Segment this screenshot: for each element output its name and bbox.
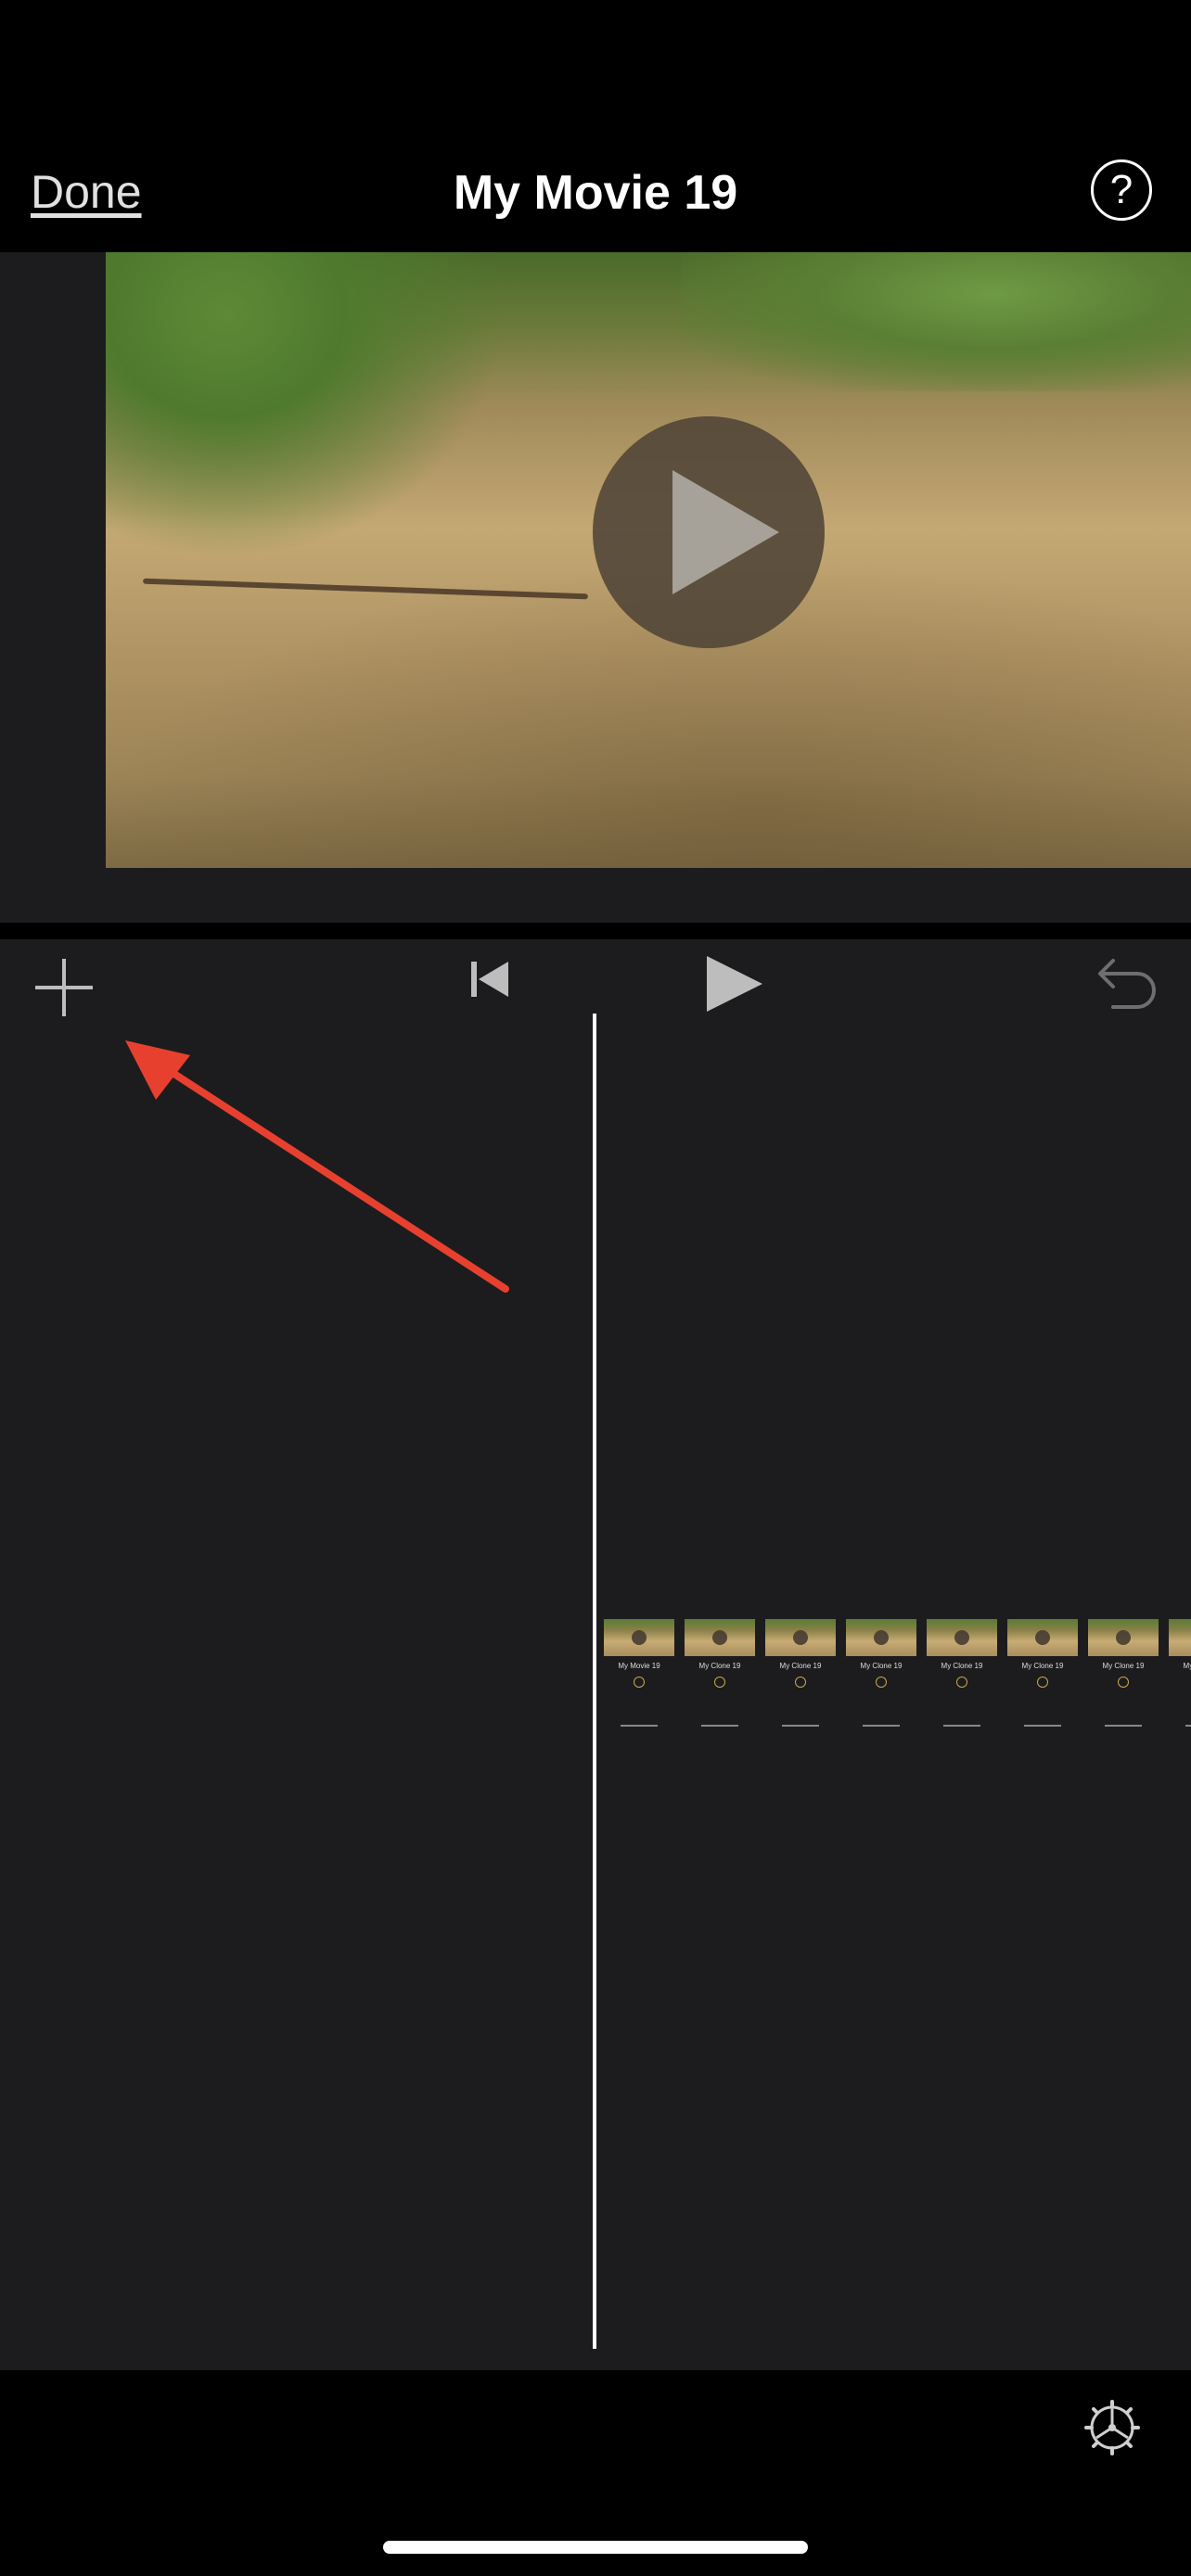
clip-thumbnail [685, 1619, 755, 1656]
clip-footer-line [863, 1725, 900, 1727]
clip-thumbnail [846, 1619, 916, 1656]
clip-thumbnail [604, 1619, 674, 1656]
clip-badge-icon [876, 1677, 887, 1688]
clip-badge-icon [795, 1677, 806, 1688]
clip-label: My Clone 19 [860, 1662, 903, 1670]
clip-footer-line [1185, 1725, 1191, 1727]
clip-footer-line [782, 1725, 819, 1727]
project-title: My Movie 19 [453, 166, 738, 220]
clip-thumbnail [1007, 1619, 1078, 1656]
play-icon [1035, 1630, 1050, 1645]
clip-label: My Clone 19 [941, 1662, 983, 1670]
play-icon [672, 470, 779, 594]
clip-strip[interactable]: My Movie 19 My Clone 19 My Clone 19 My Clon… [598, 1567, 1191, 1743]
clip-label: My Clone 19 [1102, 1662, 1145, 1670]
clip-footer-line [1105, 1725, 1142, 1727]
play-icon [632, 1630, 647, 1645]
clip-label: My Clone 19 [779, 1662, 822, 1670]
clip-item[interactable]: My Clone 19 [1167, 1567, 1191, 1743]
clip-label: My Clone 19 [698, 1662, 741, 1670]
home-indicator[interactable] [383, 2541, 808, 2554]
grass-right [681, 252, 1191, 391]
timeline-play-button[interactable] [707, 956, 762, 1012]
clip-status-row [844, 1567, 924, 1588]
clip-badge-icon [1037, 1677, 1048, 1688]
play-icon [1116, 1630, 1131, 1645]
add-media-button[interactable] [35, 955, 100, 1020]
annotation-arrow [125, 1040, 509, 1293]
play-icon [793, 1630, 808, 1645]
play-icon [874, 1630, 889, 1645]
play-icon [707, 956, 762, 1012]
clip-status-row [602, 1567, 682, 1588]
clip-thumbnail [1088, 1619, 1159, 1656]
undo-icon [1098, 959, 1156, 1009]
clip-badge-icon [956, 1677, 967, 1688]
skip-to-start-button[interactable] [471, 958, 512, 999]
clip-status-row [1167, 1567, 1191, 1588]
play-overlay-button[interactable] [593, 416, 825, 648]
grass-left [106, 252, 505, 558]
clip-item[interactable]: My Clone 19 [925, 1567, 1005, 1743]
undo-button[interactable] [1091, 953, 1159, 1014]
clip-footer-line [943, 1725, 980, 1727]
clip-item[interactable]: My Clone 19 [844, 1567, 924, 1743]
clip-item[interactable]: My Movie 19 [602, 1567, 682, 1743]
clip-status-row [1005, 1567, 1085, 1588]
clip-badge-icon [714, 1677, 725, 1688]
clip-badge-icon [1118, 1677, 1129, 1688]
clip-item[interactable]: My Clone 19 [763, 1567, 843, 1743]
skip-to-start-icon-triangle [479, 962, 508, 997]
plus-icon-vertical [62, 959, 66, 1016]
gear-icon [1084, 2400, 1140, 2455]
play-icon [712, 1630, 727, 1645]
clip-status-row [1086, 1567, 1166, 1588]
settings-button[interactable] [1082, 2397, 1143, 2458]
clip-label: My Clone 19 [1183, 1662, 1191, 1670]
clip-status-row [683, 1567, 762, 1588]
clip-label: My Clone 19 [1021, 1662, 1064, 1670]
clip-label: My Movie 19 [618, 1662, 660, 1670]
clip-item[interactable]: My Clone 19 [1005, 1567, 1085, 1743]
clip-thumbnail [1169, 1619, 1191, 1656]
clip-item[interactable]: My Clone 19 [683, 1567, 762, 1743]
clip-badge-icon [634, 1677, 645, 1688]
skip-to-start-icon [471, 962, 477, 997]
clip-thumbnail [927, 1619, 997, 1656]
help-button[interactable]: ? [1091, 159, 1152, 221]
playhead-line[interactable] [593, 1014, 596, 2349]
clip-footer-line [621, 1725, 658, 1727]
clip-footer-line [701, 1725, 738, 1727]
play-icon [954, 1630, 969, 1645]
clip-thumbnail [765, 1619, 836, 1656]
clip-status-row [763, 1567, 843, 1588]
clip-status-row [925, 1567, 1005, 1588]
clip-footer-line [1024, 1725, 1061, 1727]
clip-item[interactable]: My Clone 19 [1086, 1567, 1166, 1743]
